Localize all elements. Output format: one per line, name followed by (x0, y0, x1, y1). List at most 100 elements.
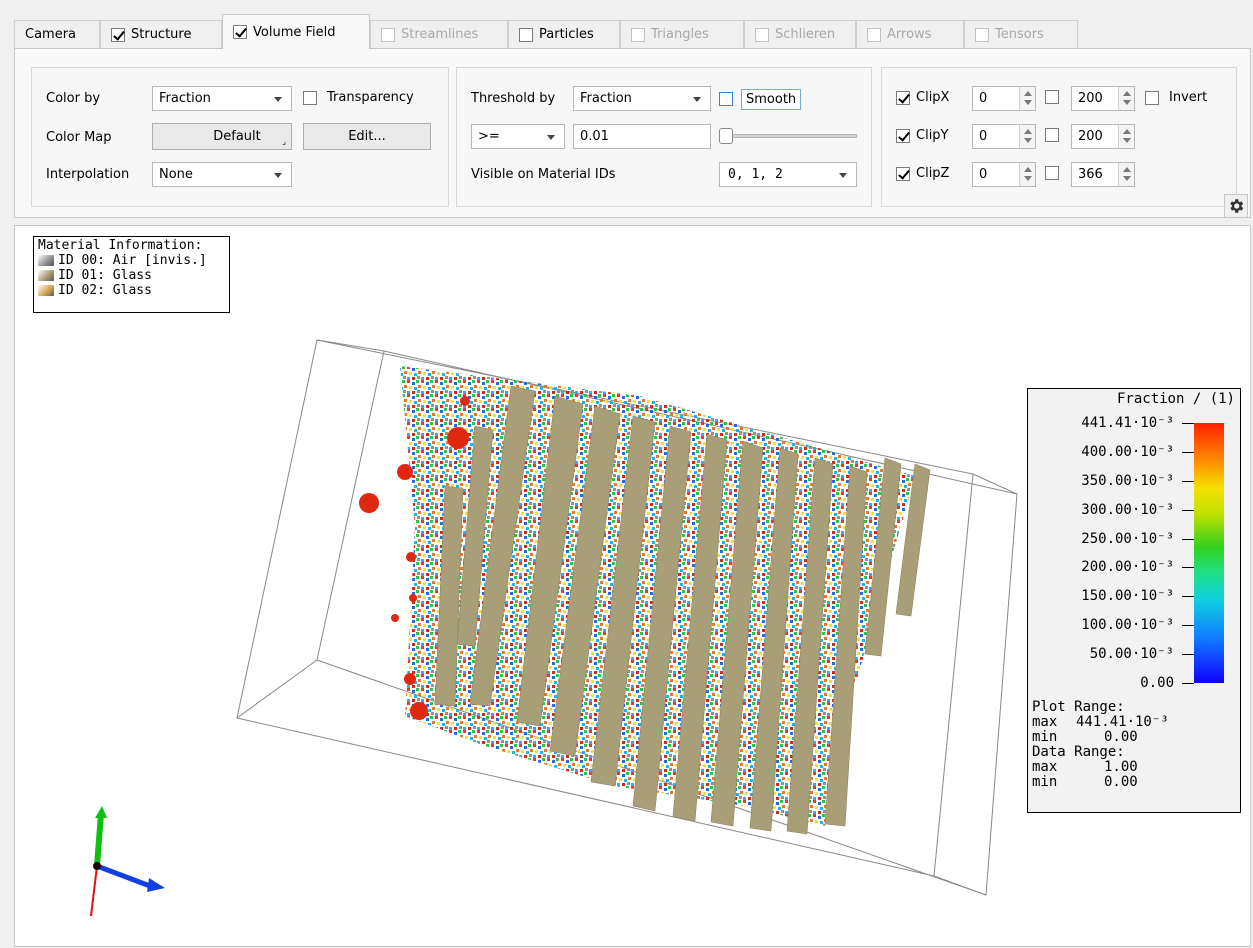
legend-tick-label: 200.00·10⁻³ (1081, 559, 1174, 576)
smooth-label: Smooth (741, 88, 802, 110)
legend-tick-mark (1182, 538, 1194, 540)
data-range-label: Data Range: (1032, 744, 1125, 760)
tab-checkbox[interactable] (975, 27, 989, 42)
chevron-down-icon (839, 173, 847, 178)
threshold-by-label: Threshold by (471, 91, 556, 106)
legend-tick-label: 350.00·10⁻³ (1081, 472, 1174, 489)
clip-checkbox[interactable]: ClipX (896, 90, 949, 105)
clip-min-spinbox[interactable]: 0 (972, 86, 1036, 111)
tab-checkbox[interactable] (867, 27, 881, 42)
color-by-label: Color by (46, 91, 101, 106)
legend-tick-label: 150.00·10⁻³ (1081, 588, 1174, 605)
color-by-select[interactable]: Fraction (152, 86, 292, 111)
plot-min-label: min (1032, 729, 1058, 745)
tab-bar: Camera Structure Volume Field Streamlines Pa… (14, 14, 1240, 49)
threshold-slider-track[interactable] (719, 134, 857, 138)
clip-max-spinbox[interactable]: 366 (1071, 162, 1135, 187)
material-info-title: Material Information: (38, 238, 203, 253)
settings-button[interactable] (1224, 194, 1248, 218)
threshold-value: 0.01 (580, 129, 609, 144)
visible-ids-select[interactable]: 0, 1, 2 (719, 162, 857, 187)
material-info-box: Material Information: ID 00: Air [invis.… (33, 236, 230, 313)
invert-checkbox[interactable]: Invert (1145, 90, 1207, 105)
operator-value: >= (478, 129, 500, 144)
clip-check[interactable] (896, 166, 910, 181)
spin-arrows-icon[interactable] (1118, 87, 1134, 110)
spin-arrows-icon[interactable] (1019, 87, 1035, 110)
clip-max-checkbox[interactable] (1045, 166, 1065, 180)
chevron-down-icon (693, 97, 701, 102)
tab-arrows[interactable]: Arrows (856, 20, 964, 48)
clip-check[interactable] (896, 128, 910, 143)
material-item: ID 02: Glass (38, 283, 225, 298)
tab-label: Particles (539, 27, 594, 42)
legend-title: Fraction / (1) (1116, 391, 1235, 407)
gear-icon (1230, 199, 1244, 213)
clip-max-value: 200 (1078, 91, 1103, 106)
tab-streamlines[interactable]: Streamlines (370, 20, 508, 48)
clip-min-value: 0 (979, 129, 988, 144)
tab-schlieren[interactable]: Schlieren (744, 20, 856, 48)
clip-max-check[interactable] (1045, 90, 1059, 104)
tab-checkbox[interactable] (755, 27, 769, 42)
tab-checkbox[interactable] (111, 27, 125, 42)
clip-min-spinbox[interactable]: 0 (972, 124, 1036, 149)
legend-tick-mark (1182, 596, 1194, 598)
color-group: Color by Fraction Transparency Color Map… (31, 67, 449, 207)
tab-label: Arrows (887, 27, 932, 42)
clip-checkbox[interactable]: ClipZ (896, 166, 949, 181)
clip-label: ClipX (916, 90, 950, 105)
tab-particles[interactable]: Particles (508, 20, 620, 48)
chevron-down-icon (274, 97, 282, 102)
spin-arrows-icon[interactable] (1019, 125, 1035, 148)
material-item: ID 01: Glass (38, 268, 225, 283)
threshold-by-value: Fraction (580, 91, 632, 106)
threshold-value-input[interactable]: 0.01 (573, 124, 711, 149)
data-max-value: 1.00 (1104, 759, 1138, 775)
smooth-checkbox[interactable]: Smooth (719, 87, 802, 111)
tab-checkbox[interactable] (381, 27, 395, 42)
tab-checkbox[interactable] (233, 25, 247, 39)
legend-tick-label: 100.00·10⁻³ (1081, 617, 1174, 634)
tab-label: Volume Field (253, 24, 336, 40)
clip-max-check[interactable] (1045, 128, 1059, 142)
material-label: ID 01: Glass (58, 268, 152, 283)
interpolation-select[interactable]: None (152, 162, 292, 187)
tab-volume-field[interactable]: Volume Field (222, 14, 370, 49)
tab-triangles[interactable]: Triangles (620, 20, 744, 48)
tab-checkbox[interactable] (519, 27, 533, 42)
tab-structure[interactable]: Structure (100, 20, 222, 48)
clip-max-checkbox[interactable] (1045, 90, 1065, 104)
tab-checkbox[interactable] (631, 27, 645, 42)
threshold-slider-handle[interactable] (719, 128, 733, 144)
plot-range-label: Plot Range: (1032, 699, 1125, 715)
threshold-by-select[interactable]: Fraction (573, 86, 711, 111)
clip-check[interactable] (896, 90, 910, 105)
clip-checkbox[interactable]: ClipY (896, 128, 949, 143)
clip-min-spinbox[interactable]: 0 (972, 162, 1036, 187)
spin-arrows-icon[interactable] (1118, 163, 1134, 186)
transparency-checkbox[interactable]: Transparency (303, 90, 414, 105)
legend-tick-label: 0.00 (1140, 675, 1174, 691)
clip-max-spinbox[interactable]: 200 (1071, 124, 1135, 149)
clip-max-checkbox[interactable] (1045, 128, 1065, 142)
operator-select[interactable]: >= (471, 124, 565, 149)
smooth-check[interactable] (719, 92, 733, 106)
tab-camera[interactable]: Camera (14, 20, 100, 48)
transparency-check[interactable] (303, 90, 317, 105)
plot-max-label: max (1032, 714, 1058, 730)
color-map-label: Color Map (46, 130, 112, 145)
color-map-button[interactable]: Default ⌟ (152, 123, 292, 150)
edit-color-map-button[interactable]: Edit... (303, 123, 431, 150)
tab-label: Streamlines (401, 27, 479, 42)
color-bar (1194, 423, 1224, 683)
spin-arrows-icon[interactable] (1118, 125, 1134, 148)
clip-max-value: 200 (1078, 129, 1103, 144)
clip-max-check[interactable] (1045, 166, 1059, 180)
volume-field-panel: Color by Fraction Transparency Color Map… (14, 48, 1251, 218)
invert-check[interactable] (1145, 90, 1159, 105)
tab-tensors[interactable]: Tensors (964, 20, 1078, 48)
clip-max-spinbox[interactable]: 200 (1071, 86, 1135, 111)
menu-indicator-icon: ⌟ (282, 137, 286, 146)
spin-arrows-icon[interactable] (1019, 163, 1035, 186)
